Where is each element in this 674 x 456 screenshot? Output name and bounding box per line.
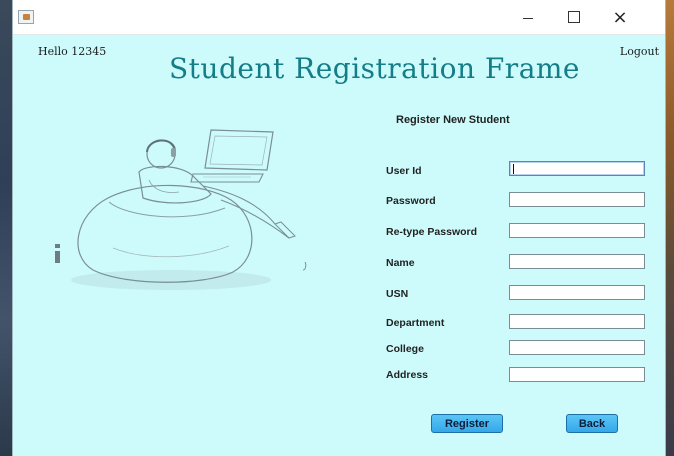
- student-laptop-illustration: [55, 129, 307, 290]
- user-id-input[interactable]: [509, 161, 645, 176]
- college-label: College: [386, 343, 424, 355]
- close-button[interactable]: ×: [597, 0, 643, 34]
- greeting-text: Hello 12345: [38, 45, 107, 58]
- minimize-button[interactable]: [505, 0, 551, 34]
- usn-label: USN: [386, 288, 409, 300]
- address-input[interactable]: [509, 367, 645, 382]
- address-label: Address: [386, 369, 429, 381]
- page-title: Student Registration Frame: [169, 52, 581, 85]
- text-caret: [513, 164, 514, 174]
- password-label: Password: [386, 195, 436, 207]
- maximize-icon: [568, 11, 580, 23]
- maximize-button[interactable]: [551, 0, 597, 34]
- back-button[interactable]: Back: [566, 414, 618, 433]
- form-heading: Register New Student: [396, 114, 510, 126]
- desktop-background-left: [0, 0, 12, 456]
- retype-password-input[interactable]: [509, 223, 645, 238]
- usn-input[interactable]: [509, 285, 645, 300]
- department-input[interactable]: [509, 314, 645, 329]
- java-app-icon[interactable]: [18, 10, 34, 24]
- name-input[interactable]: [509, 254, 645, 269]
- department-label: Department: [386, 317, 445, 329]
- minimize-icon: [523, 17, 533, 19]
- password-input[interactable]: [509, 192, 645, 207]
- user-id-label: User Id: [386, 165, 422, 177]
- title-bar[interactable]: ×: [13, 0, 665, 35]
- retype-password-label: Re-type Password: [386, 226, 478, 238]
- register-button[interactable]: Register: [431, 414, 503, 433]
- registration-window: × Hello 12345 Logout Student Registratio…: [12, 0, 666, 456]
- logout-link[interactable]: Logout: [620, 45, 659, 58]
- name-label: Name: [386, 257, 415, 269]
- college-input[interactable]: [509, 340, 645, 355]
- desktop-background-right: [666, 0, 674, 456]
- close-icon: ×: [612, 6, 628, 28]
